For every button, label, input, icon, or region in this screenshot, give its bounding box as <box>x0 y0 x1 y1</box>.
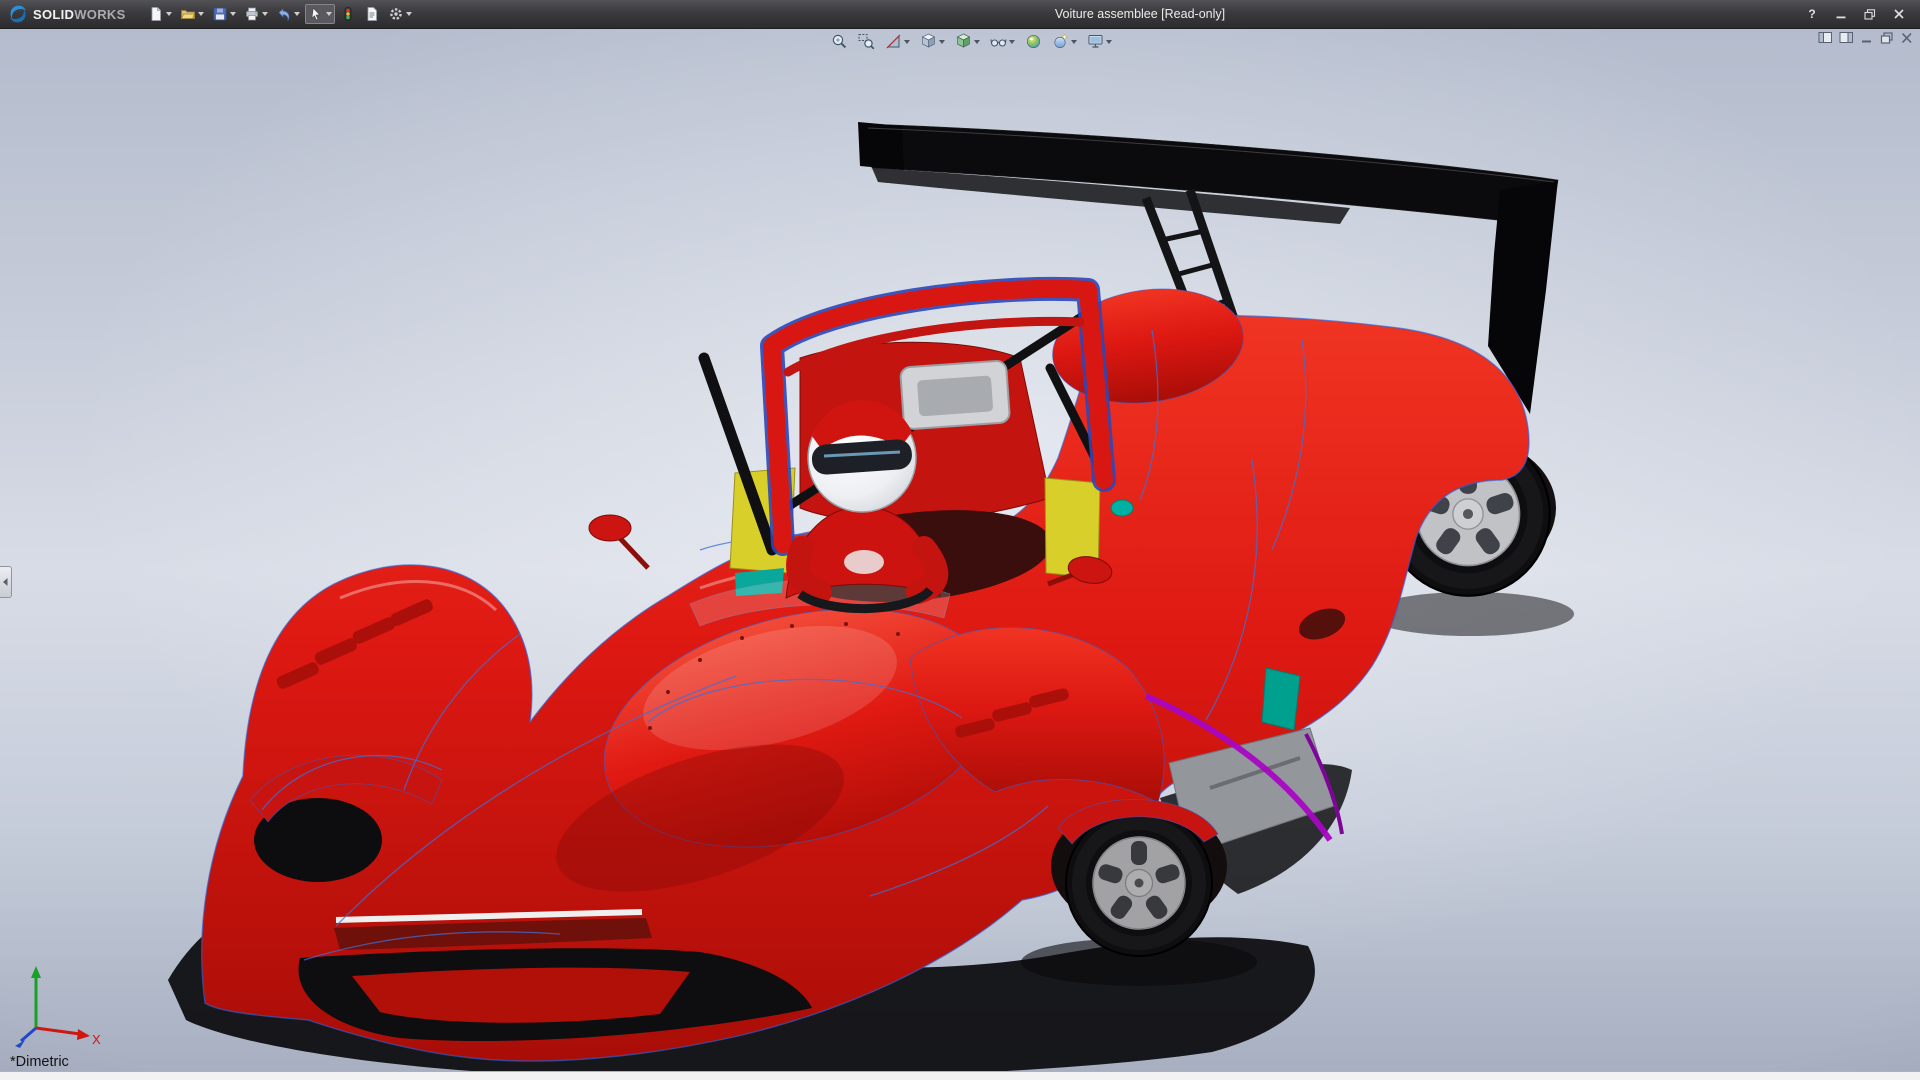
feature-panel-collapse-tab[interactable] <box>0 566 12 598</box>
close-icon <box>1893 9 1905 20</box>
dropdown-caret-icon <box>198 12 204 16</box>
display-style-icon <box>955 33 972 50</box>
graphics-area[interactable]: X *Dimetric <box>0 28 1920 1072</box>
view-orientation-label: *Dimetric <box>10 1054 69 1070</box>
help-button[interactable]: ? <box>1799 5 1825 23</box>
file-properties-button[interactable] <box>361 4 383 24</box>
collapse-arrow-icon <box>2 577 9 587</box>
open-document-icon <box>180 6 196 22</box>
apply-scene-icon <box>1052 33 1069 50</box>
dropdown-caret-icon <box>1009 40 1015 44</box>
zoom-to-area-icon <box>858 33 875 50</box>
print-document-button[interactable] <box>241 4 271 24</box>
minimize-icon <box>1835 9 1847 20</box>
pane-toggle-right-button[interactable] <box>1839 31 1854 44</box>
doc-restore-button[interactable] <box>1880 32 1894 44</box>
rebuild-traffic-light-icon <box>340 6 356 22</box>
open-document-button[interactable] <box>177 4 207 24</box>
close-icon <box>1900 32 1914 44</box>
apply-scene-button[interactable] <box>1049 31 1080 52</box>
close-button[interactable] <box>1886 5 1912 23</box>
dropdown-caret-icon <box>1071 40 1077 44</box>
dropdown-caret-icon <box>294 12 300 16</box>
minimize-icon <box>1860 32 1874 44</box>
viewport-3d-canvas[interactable]: X <box>0 28 1920 1072</box>
minimize-button[interactable] <box>1828 5 1854 23</box>
restore-icon <box>1864 9 1876 20</box>
view-orientation-cube-icon <box>920 33 937 50</box>
dropdown-caret-icon <box>1106 40 1112 44</box>
rebuild-button[interactable] <box>337 4 359 24</box>
heads-up-view-toolbar <box>828 31 1115 52</box>
print-document-icon <box>244 6 260 22</box>
save-document-icon <box>212 6 228 22</box>
pane-left-icon <box>1818 31 1833 44</box>
save-document-button[interactable] <box>209 4 239 24</box>
zoom-to-area-button[interactable] <box>855 31 878 52</box>
file-properties-icon <box>364 6 380 22</box>
options-button[interactable] <box>385 4 415 24</box>
new-document-button[interactable] <box>145 4 175 24</box>
solidworks-3ds-logo-icon <box>8 4 28 24</box>
triad-x-label: X <box>92 1032 101 1047</box>
teal-fitting <box>1111 500 1133 516</box>
select-tool-button[interactable] <box>305 4 335 24</box>
undo-icon <box>276 6 292 22</box>
edit-appearance-ball-icon <box>1025 33 1042 50</box>
dropdown-caret-icon <box>166 12 172 16</box>
teal-panel <box>1262 668 1300 730</box>
app-name: SOLIDWORKS <box>33 7 126 22</box>
side-mirror-left[interactable] <box>589 515 648 568</box>
front-right-wheel[interactable] <box>1051 799 1227 956</box>
document-title: Voiture assemblee [Read-only] <box>430 7 1850 21</box>
dropdown-caret-icon <box>326 12 332 16</box>
pane-toggle-left-button[interactable] <box>1818 31 1833 44</box>
restore-icon <box>1880 32 1894 44</box>
orientation-triad: X <box>15 966 101 1048</box>
dropdown-caret-icon <box>939 40 945 44</box>
dropdown-caret-icon <box>904 40 910 44</box>
edit-appearance-button[interactable] <box>1022 31 1045 52</box>
window-controls: ? <box>1799 5 1920 23</box>
new-document-icon <box>148 6 164 22</box>
status-bar <box>0 1071 1920 1080</box>
view-settings-monitor-icon <box>1087 33 1104 50</box>
zoom-to-fit-icon <box>831 33 848 50</box>
dropdown-caret-icon <box>262 12 268 16</box>
document-window-controls <box>1818 31 1914 44</box>
windscreen-housing <box>900 360 1010 429</box>
zoom-to-fit-button[interactable] <box>828 31 851 52</box>
select-cursor-icon <box>308 6 324 22</box>
doc-minimize-button[interactable] <box>1860 32 1874 44</box>
hide-show-glasses-icon <box>990 33 1007 50</box>
titlebar: SOLIDWORKS <box>0 0 1920 29</box>
section-view-button[interactable] <box>882 31 913 52</box>
hide-show-items-button[interactable] <box>987 31 1018 52</box>
pane-right-icon <box>1839 31 1854 44</box>
undo-button[interactable] <box>273 4 303 24</box>
app-logo: SOLIDWORKS <box>0 0 138 28</box>
doc-close-button[interactable] <box>1900 32 1914 44</box>
view-orientation-button[interactable] <box>917 31 948 52</box>
quick-access-toolbar <box>144 0 416 28</box>
dropdown-caret-icon <box>406 12 412 16</box>
dropdown-caret-icon <box>230 12 236 16</box>
options-gear-icon <box>388 6 404 22</box>
view-settings-button[interactable] <box>1084 31 1115 52</box>
dropdown-caret-icon <box>974 40 980 44</box>
section-view-icon <box>885 33 902 50</box>
display-style-button[interactable] <box>952 31 983 52</box>
restore-button[interactable] <box>1857 5 1883 23</box>
